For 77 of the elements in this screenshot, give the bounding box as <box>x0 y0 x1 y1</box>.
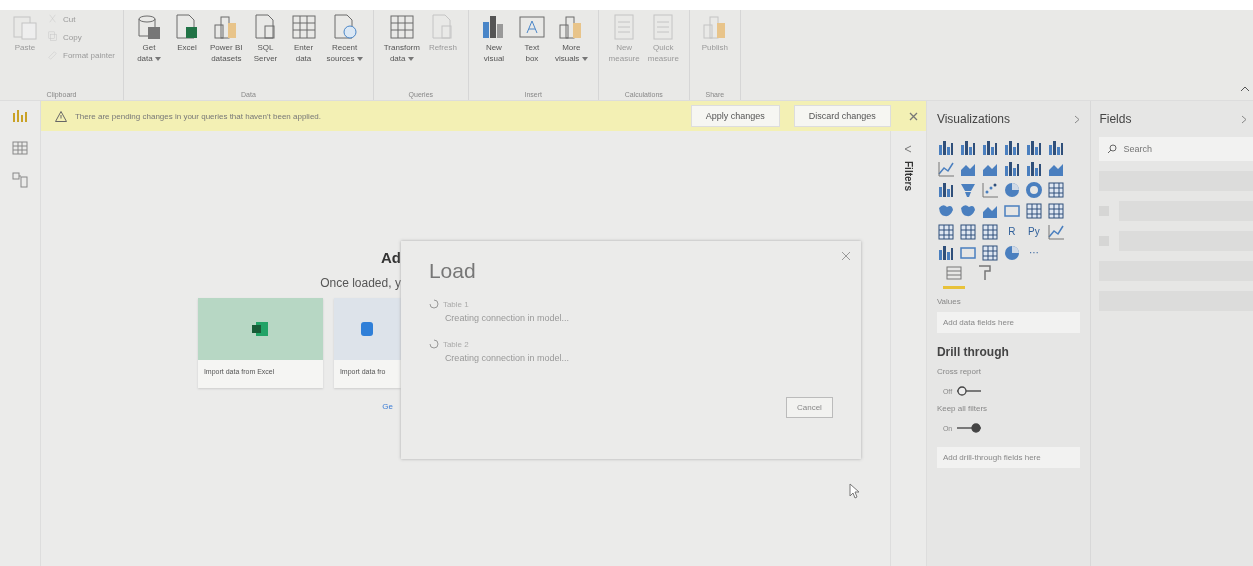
cancel-button[interactable]: Cancel <box>785 397 833 418</box>
toggle-label: Cross report <box>936 367 982 376</box>
filters-label: Filters <box>902 161 914 191</box>
load-status: Creating connection in model... <box>443 313 570 323</box>
expand-icon[interactable] <box>904 145 913 153</box>
bars-chart-icon[interactable] <box>936 244 955 262</box>
funnel-chart-icon[interactable] <box>958 181 977 199</box>
report-view-icon[interactable] <box>10 107 29 125</box>
ribbon-button[interactable]: Enter data <box>286 10 321 66</box>
get-data-link[interactable]: Ge <box>197 402 393 411</box>
table-chart-icon[interactable] <box>1046 181 1065 199</box>
bars-chart-icon[interactable] <box>936 181 955 199</box>
chevron-icon[interactable] <box>1241 114 1247 124</box>
bars-chart-icon[interactable] <box>1024 139 1043 157</box>
ribbon-button[interactable]: Recent sources <box>324 10 365 66</box>
bars-chart-icon[interactable] <box>1002 139 1021 157</box>
toggle-switch[interactable] <box>956 386 983 396</box>
table-name: Table 1 <box>442 299 469 309</box>
model-view-icon[interactable] <box>10 171 29 189</box>
visual-type-button[interactable]: ··· <box>1024 244 1043 262</box>
bars-chart-icon[interactable] <box>980 139 999 157</box>
search-icon <box>1107 144 1118 154</box>
dialog-title: Load <box>428 259 477 283</box>
card-chart-icon[interactable] <box>1002 202 1021 220</box>
bars-chart-icon[interactable] <box>1046 139 1065 157</box>
warning-action-button[interactable]: Discard changes <box>793 105 891 127</box>
drop-field[interactable]: Add data fields here <box>936 312 1081 333</box>
pane-title: Visualizations <box>936 112 1011 126</box>
paint-roller-icon <box>976 264 993 282</box>
canvas-heading: Ad <box>379 249 401 266</box>
visual-type-button[interactable]: Py <box>1024 223 1043 241</box>
warning-action-button[interactable]: Apply changes <box>690 105 780 127</box>
pie-chart-icon[interactable] <box>1002 181 1021 199</box>
donut-chart-icon[interactable] <box>1024 181 1043 199</box>
bars-chart-icon[interactable] <box>1024 160 1043 178</box>
chevron-icon[interactable] <box>1074 114 1081 124</box>
table-chart-icon[interactable] <box>980 244 999 262</box>
table-chart-icon[interactable] <box>936 223 955 241</box>
fields-tab[interactable] <box>942 264 965 289</box>
line-chart-icon[interactable] <box>1046 223 1065 241</box>
warning-message: There are pending changes in your queries that haven't been applied. <box>74 111 323 121</box>
ribbon-button[interactable]: Text box <box>514 10 549 66</box>
ribbon-button[interactable]: New visual <box>476 10 511 66</box>
ribbon-button[interactable]: More visuals <box>552 10 590 66</box>
spinner-icon <box>428 299 439 309</box>
fields-icon <box>944 264 963 282</box>
pane-title: Fields <box>1099 112 1132 126</box>
visual-type-button[interactable]: R <box>1002 223 1021 241</box>
search-field[interactable]: Search <box>1099 137 1253 161</box>
section-label: Values <box>936 297 962 306</box>
section-heading: Drill through <box>936 345 1010 359</box>
table-chart-icon[interactable] <box>980 223 999 241</box>
ribbon-button[interactable]: Excel <box>170 10 205 55</box>
bars-chart-icon[interactable] <box>1002 160 1021 178</box>
cursor-icon <box>848 483 859 499</box>
toggle-switch[interactable] <box>956 423 983 433</box>
warning-icon <box>54 110 67 122</box>
drop-field[interactable]: Add drill-through fields here <box>936 447 1081 468</box>
scatter-chart-icon[interactable] <box>980 181 999 199</box>
ribbon-button[interactable]: SQL Server <box>248 10 283 66</box>
ribbon-button[interactable]: Get data <box>132 10 167 66</box>
bars-chart-icon[interactable] <box>936 139 955 157</box>
collapse-icon[interactable] <box>1241 86 1249 92</box>
table-chart-icon[interactable] <box>1024 202 1043 220</box>
load-status: Creating connection in model... <box>443 353 570 363</box>
table-chart-icon[interactable] <box>1046 202 1065 220</box>
bars-chart-icon[interactable] <box>958 139 977 157</box>
toggle-label: Keep all filters <box>936 404 989 413</box>
table-chart-icon[interactable] <box>958 223 977 241</box>
copy-icon <box>46 30 60 44</box>
canvas-subtitle: Once loaded, y <box>319 276 401 290</box>
ribbon-button[interactable]: Power BI datasets <box>208 10 245 66</box>
spinner-icon <box>428 339 439 349</box>
pie-chart-icon[interactable] <box>1002 244 1021 262</box>
ribbon-button[interactable]: Transform data <box>381 10 422 66</box>
data-view-icon[interactable] <box>10 139 29 157</box>
line-chart-icon[interactable] <box>936 160 955 178</box>
